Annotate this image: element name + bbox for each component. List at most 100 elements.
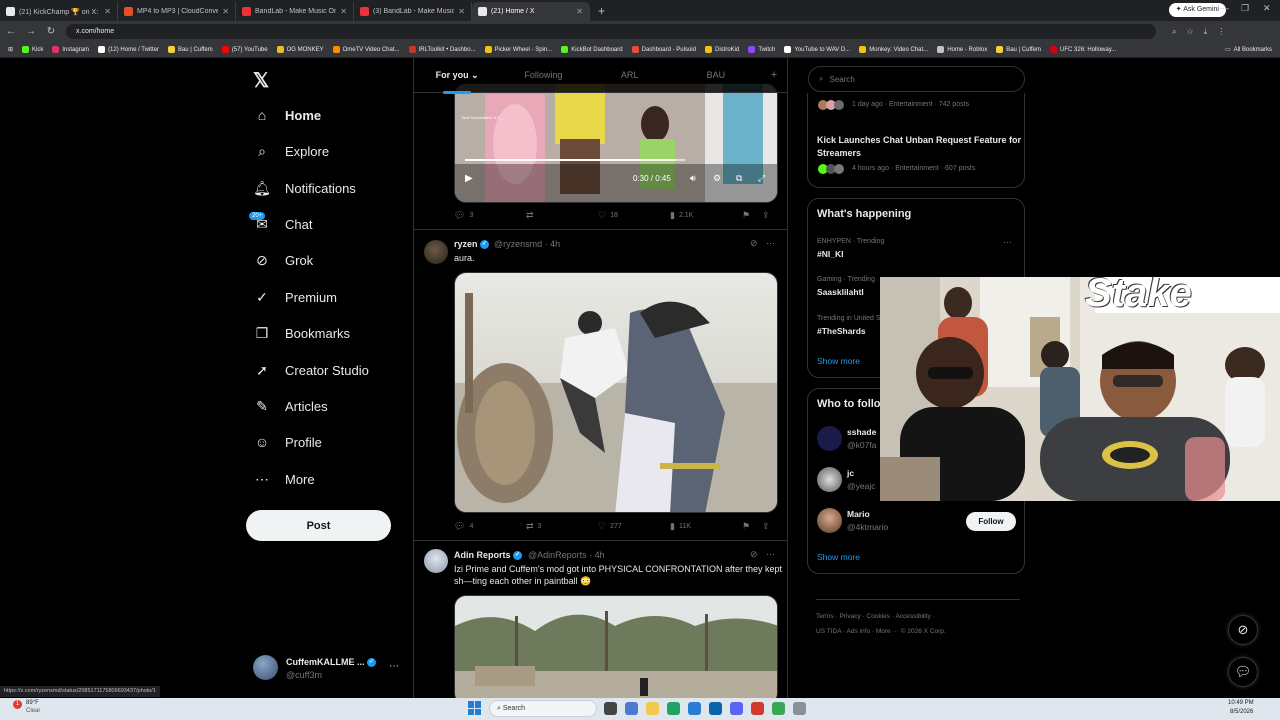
weather-icon[interactable]: 1	[13, 700, 22, 709]
new-tab-button[interactable]: +	[590, 2, 613, 21]
settings-icon[interactable]	[793, 702, 806, 715]
bookmark-item[interactable]: IRLToolkit • Dashbo...	[408, 46, 476, 53]
trend-headline[interactable]: Kick Launches Chat Unban Request Feature…	[817, 134, 1022, 160]
post-author[interactable]: Adin Reports ✓	[454, 550, 523, 561]
nav-item-premium[interactable]: ✓ Premium	[253, 285, 337, 309]
bookmark-star-icon[interactable]: ☆	[1186, 27, 1193, 37]
discord-icon[interactable]	[730, 702, 743, 715]
avatar[interactable]	[817, 508, 842, 533]
share-button[interactable]: ⇪	[762, 210, 770, 221]
more-icon[interactable]: ⋯	[1003, 237, 1012, 248]
bookmark-item[interactable]: OmeTV Video Chat...	[332, 46, 400, 53]
nav-item-profile[interactable]: ☺ Profile	[253, 430, 322, 454]
show-more-link[interactable]: Show more	[817, 552, 860, 562]
more-icon[interactable]: ⋯	[766, 549, 775, 560]
copilot-icon[interactable]	[625, 702, 638, 715]
show-more-link[interactable]: Show more	[817, 356, 860, 366]
window-close-icon[interactable]: ✕	[1263, 3, 1271, 14]
bookmark-item[interactable]: Home - Roblox	[937, 46, 987, 53]
share-button[interactable]: ⇪	[762, 521, 770, 532]
all-bookmarks[interactable]: ▭ All Bookmarks	[1225, 46, 1272, 54]
post-author[interactable]: ryzen ✓	[454, 239, 490, 250]
browser-tab[interactable]: (3) BandLab - Make Music Onli✕	[354, 2, 472, 21]
tab-for-you[interactable]: For you ⌄	[414, 70, 500, 94]
avatar[interactable]	[817, 426, 842, 451]
footer-links[interactable]: Terms · Privacy · Cookies · Accessibilit…	[816, 613, 935, 620]
reply-button[interactable]: 💬︎ 3	[454, 210, 526, 221]
post-image[interactable]	[454, 595, 778, 698]
settings-icon[interactable]: ⚙	[713, 173, 721, 184]
bookmark-item[interactable]: Twitch	[748, 46, 775, 53]
close-icon[interactable]: ✕	[458, 7, 465, 16]
tab-bau[interactable]: BAU	[673, 70, 759, 80]
nav-item-more[interactable]: ⋯ More	[253, 467, 315, 491]
start-icon[interactable]	[468, 701, 482, 715]
add-tab-icon[interactable]: +	[759, 69, 787, 81]
nav-item-articles[interactable]: ✎ Articles	[253, 394, 328, 418]
reply-button[interactable]: 💬︎ 4	[454, 521, 526, 532]
bookmark-item[interactable]: DistroKid	[704, 46, 739, 53]
bookmark-item[interactable]: Bau | Cuffem	[996, 46, 1041, 53]
post-handle[interactable]: @ryzensmd · 4h	[494, 239, 560, 249]
close-icon[interactable]: ✕	[576, 7, 583, 16]
account-switcher[interactable]: CuffemKALLME ... ✓ @cuff3m ⋯	[253, 655, 403, 685]
more-icon[interactable]: ⋯	[766, 238, 775, 249]
trend-title[interactable]: #NI_KI	[817, 249, 843, 259]
tab-following[interactable]: Following	[500, 70, 586, 80]
download-icon[interactable]: ⤓	[1204, 27, 1208, 37]
forward-icon[interactable]: →	[26, 26, 36, 37]
like-button[interactable]: ♡ 18	[598, 210, 670, 221]
bookmark-item[interactable]: (57) YouTube	[221, 46, 268, 53]
bookmark-item[interactable]: (12) Home / Twitter	[98, 46, 159, 53]
repost-button[interactable]: ⇄ 3	[526, 521, 598, 532]
ask-gemini-button[interactable]: ✦ Ask Gemini	[1168, 3, 1226, 17]
nav-item-explore[interactable]: ⌕ Explore	[253, 139, 329, 163]
bookmark-button[interactable]: ⚑	[742, 521, 762, 532]
like-button[interactable]: ♡ 277	[598, 521, 670, 532]
chrome-icon[interactable]	[667, 702, 680, 715]
nav-item-creator-studio[interactable]: ➚ Creator Studio	[253, 358, 369, 382]
nav-item-notifications[interactable]: 🔔︎ Notifications	[253, 176, 356, 200]
bookmark-item[interactable]: KickBot Dashboard	[561, 46, 623, 53]
edge-icon[interactable]	[688, 702, 701, 715]
browser-tab[interactable]: BandLab - Make Music Online✕	[236, 2, 354, 21]
pip-icon[interactable]: ⧉	[736, 173, 742, 184]
views-button[interactable]: ▮ 2.1K	[670, 210, 742, 221]
bookmark-item[interactable]: YouTube to WAV D...	[784, 46, 850, 53]
bookmark-item[interactable]: Monkey: Video Chat...	[859, 46, 928, 53]
bookmark-item[interactable]: Bau | Cuffem	[167, 46, 213, 53]
follow-button[interactable]: Follow	[966, 512, 1016, 531]
address-bar[interactable]: x.com/home	[66, 24, 1156, 39]
close-icon[interactable]: ✕	[104, 7, 111, 16]
repost-button[interactable]: ⇄	[526, 210, 598, 221]
views-button[interactable]: ▮ 11K	[670, 521, 742, 532]
nav-item-bookmarks[interactable]: ❐ Bookmarks	[253, 321, 350, 345]
extension-icon[interactable]: ⌕	[1172, 27, 1176, 37]
bookmark-item[interactable]: Kick	[22, 46, 43, 53]
avatar[interactable]	[817, 467, 842, 492]
nav-item-home[interactable]: ⌂ Home	[253, 103, 321, 127]
file-explorer-icon[interactable]	[646, 702, 659, 715]
nav-item-grok[interactable]: ⊘ Grok	[253, 248, 313, 272]
trend-title[interactable]: Saasklilahtl	[817, 287, 864, 297]
close-icon[interactable]: ✕	[340, 7, 347, 16]
app-icon[interactable]	[772, 702, 785, 715]
search-input[interactable]: ⌕ Search	[808, 66, 1025, 92]
follow-name[interactable]: Mario	[847, 509, 870, 519]
x-logo-icon[interactable]: 𝕏	[253, 68, 269, 93]
browser-tab-active[interactable]: (21) Home / X ✕	[472, 2, 590, 21]
menu-icon[interactable]: ⋮	[1217, 27, 1225, 37]
back-icon[interactable]: ←	[6, 26, 16, 37]
trend-title[interactable]: #TheShards	[817, 326, 866, 336]
taskbar-search[interactable]: ⌕ Search	[489, 700, 597, 717]
close-icon[interactable]: ✕	[222, 7, 229, 16]
bookmark-item[interactable]: OG MONKEY	[276, 46, 324, 53]
video-player[interactable]: Total Subscribers: 9,2__ ▶ 0:30 / 0:45 🔊…	[454, 83, 778, 203]
fullscreen-icon[interactable]: ⤢	[758, 173, 765, 184]
bookmark-item[interactable]: Instagram	[52, 46, 89, 53]
avatar[interactable]	[424, 549, 448, 573]
apps-icon[interactable]: ⊞	[8, 46, 13, 53]
grok-icon[interactable]: ⊘	[750, 549, 758, 560]
more-icon[interactable]: ⋯	[389, 661, 399, 672]
follow-name[interactable]: jc	[847, 468, 854, 478]
